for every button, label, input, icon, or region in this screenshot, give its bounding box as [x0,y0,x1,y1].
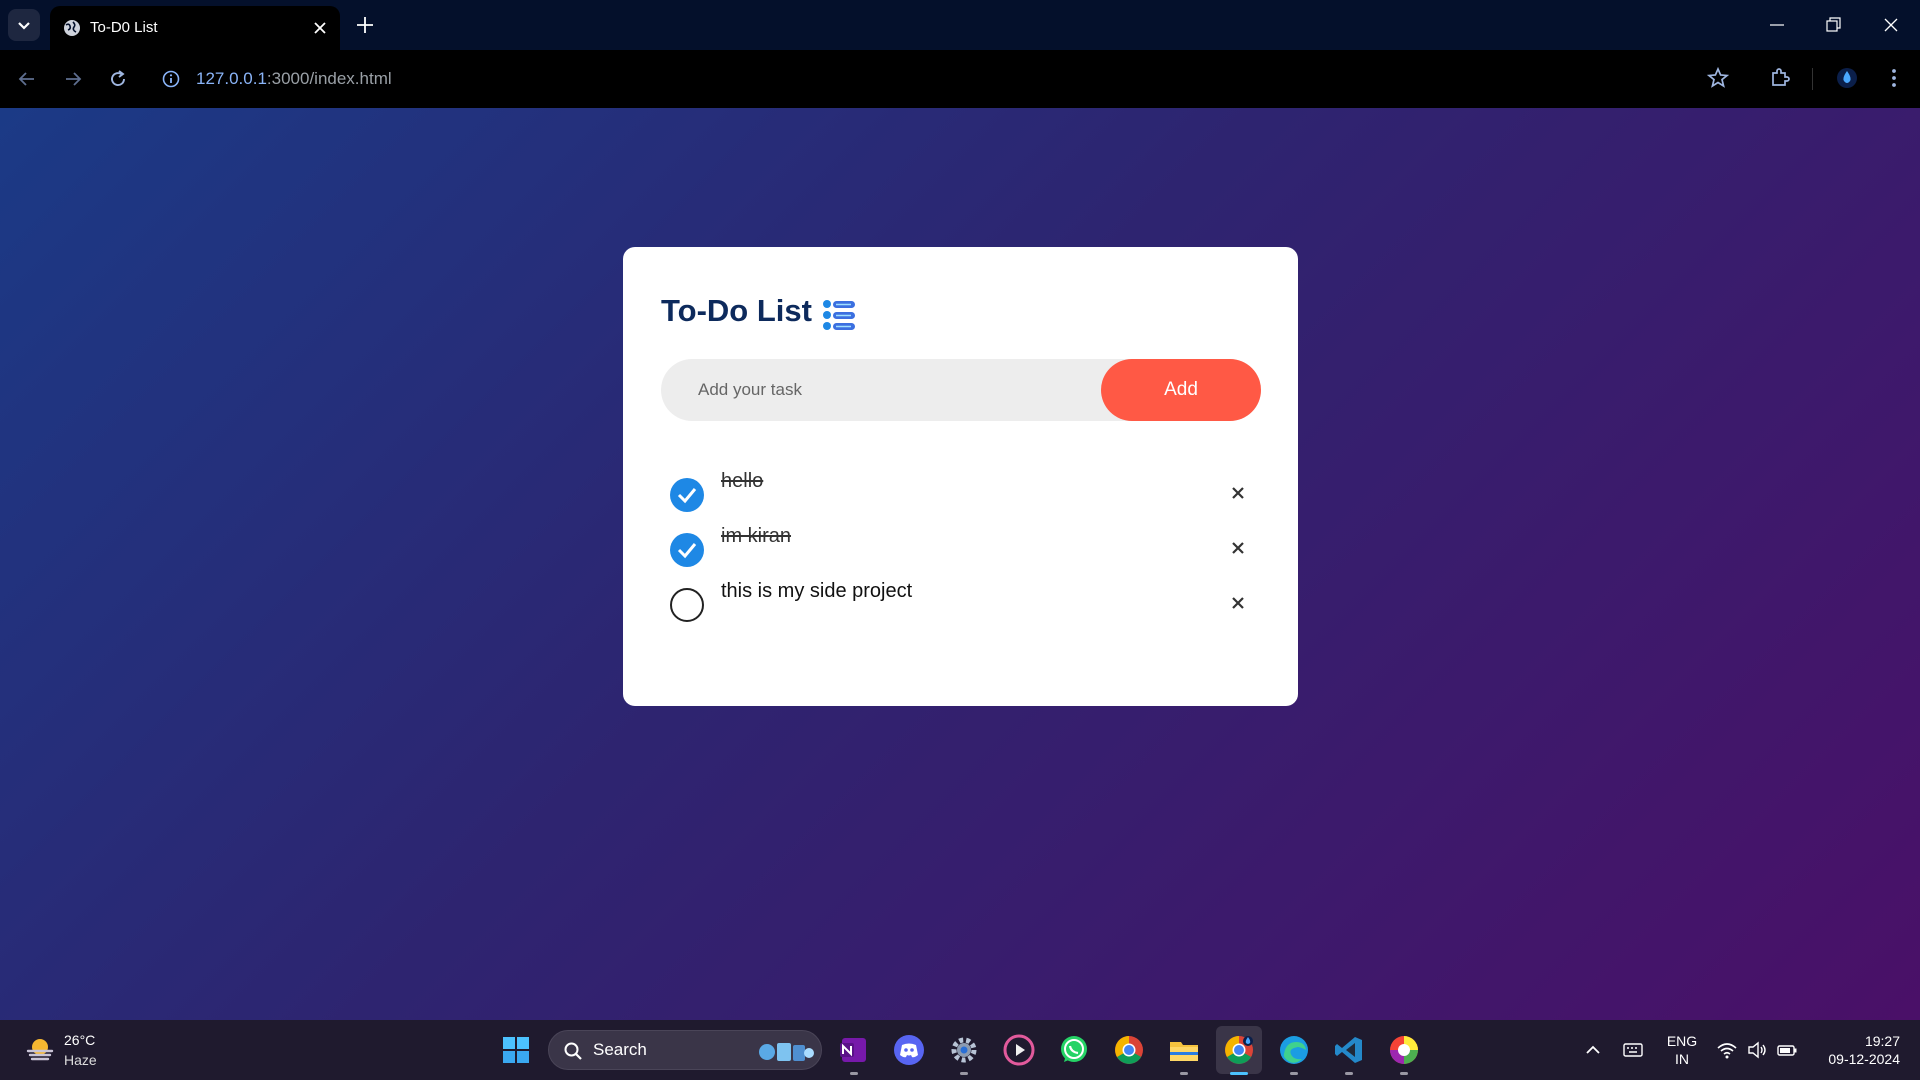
site-info-icon[interactable] [160,68,182,90]
bookmark-star-icon[interactable] [1706,66,1730,90]
task-checkbox[interactable] [670,588,704,622]
reload-icon[interactable] [107,68,129,90]
task-input-row: Add [661,359,1261,421]
volume-icon[interactable] [1746,1039,1768,1061]
windows-taskbar: 26°C Haze Search ENG IN 19:27 09-12-2024 [0,1020,1920,1080]
app-running-indicator [850,1072,858,1075]
task-item[interactable]: hello [661,470,1261,514]
back-arrow-icon[interactable] [16,68,38,90]
app-running-indicator [960,1072,968,1075]
tab-search-button[interactable] [8,9,40,41]
task-text: im kiran [721,525,792,547]
task-item[interactable]: im kiran [661,525,1261,569]
chrome-active-icon[interactable] [1223,1034,1255,1066]
app-title: To-Do List [661,293,812,328]
more-menu-icon[interactable] [1882,66,1906,90]
checklist-icon [823,300,855,330]
restore-icon[interactable] [1822,14,1844,36]
media-player-icon[interactable] [1003,1034,1035,1066]
url-path: :3000/index.html [266,69,392,88]
address-bar: 127.0.0.1:3000/index.html [0,50,1920,108]
app-running-indicator [1400,1072,1408,1075]
chrome-icon[interactable] [1113,1034,1145,1066]
close-tab-icon[interactable] [312,20,328,36]
weather-haze-icon[interactable] [24,1034,56,1066]
task-input[interactable] [661,359,1101,421]
todo-card: To-Do List Add hello [623,247,1298,706]
task-item[interactable]: this is my side project [661,580,1261,624]
search-highlight-icon [759,1043,814,1061]
delete-task-icon[interactable] [1231,541,1245,555]
language-indicator[interactable]: ENG IN [1666,1032,1698,1068]
url-field[interactable]: 127.0.0.1:3000/index.html [196,50,392,108]
toolbar-separator [1812,68,1813,90]
checkmark-icon [677,543,697,559]
clock-time: 19:27 [1864,1033,1900,1049]
wifi-icon[interactable] [1716,1039,1738,1061]
whatsapp-icon[interactable] [1058,1034,1090,1066]
delete-task-icon[interactable] [1231,486,1245,500]
task-checkbox[interactable] [670,478,704,512]
browser-tab[interactable]: To-D0 List [50,6,340,50]
app-running-indicator [1345,1072,1353,1075]
colorful-app-icon[interactable] [1388,1034,1420,1066]
search-icon [564,1042,582,1060]
url-host: 127.0.0.1 [196,69,267,88]
tab-title: To-D0 List [90,19,158,36]
app-active-indicator [1230,1072,1248,1075]
weather-condition: Haze [64,1052,97,1068]
forward-arrow-icon[interactable] [62,68,84,90]
language-code: ENG [1666,1033,1698,1049]
onenote-icon[interactable] [838,1034,870,1066]
minimize-icon[interactable] [1766,16,1788,34]
profile-avatar-icon[interactable] [1835,66,1859,90]
extensions-icon[interactable] [1768,66,1792,90]
page-background: To-Do List Add hello [0,108,1920,1020]
globe-icon [64,20,80,36]
app-running-indicator [1290,1072,1298,1075]
delete-task-icon[interactable] [1231,596,1245,610]
checkmark-icon [677,488,697,504]
vscode-icon[interactable] [1333,1034,1365,1066]
edge-icon[interactable] [1278,1034,1310,1066]
windows-start-icon[interactable] [502,1036,530,1064]
browser-tab-bar: To-D0 List [0,0,1920,50]
region-code: IN [1675,1051,1689,1067]
battery-icon[interactable] [1776,1039,1798,1061]
discord-icon[interactable] [893,1034,925,1066]
system-clock[interactable]: 19:27 09-12-2024 [1800,1032,1900,1068]
new-tab-icon[interactable] [354,14,376,36]
keyboard-icon[interactable] [1622,1039,1644,1061]
file-explorer-icon[interactable] [1168,1034,1200,1066]
settings-gear-icon[interactable] [948,1034,980,1066]
clock-date: 09-12-2024 [1828,1051,1900,1067]
app-running-indicator [1180,1072,1188,1075]
task-text: hello [721,470,764,492]
task-text: this is my side project [721,580,913,602]
search-label: Search [593,1040,647,1059]
chevron-down-icon [18,22,30,30]
add-task-button[interactable]: Add [1101,359,1261,421]
weather-temperature: 26°C [64,1032,96,1048]
chevron-up-icon[interactable] [1582,1039,1604,1061]
window-close-icon[interactable] [1880,14,1902,36]
taskbar-search[interactable]: Search [548,1030,822,1070]
task-checkbox[interactable] [670,533,704,567]
